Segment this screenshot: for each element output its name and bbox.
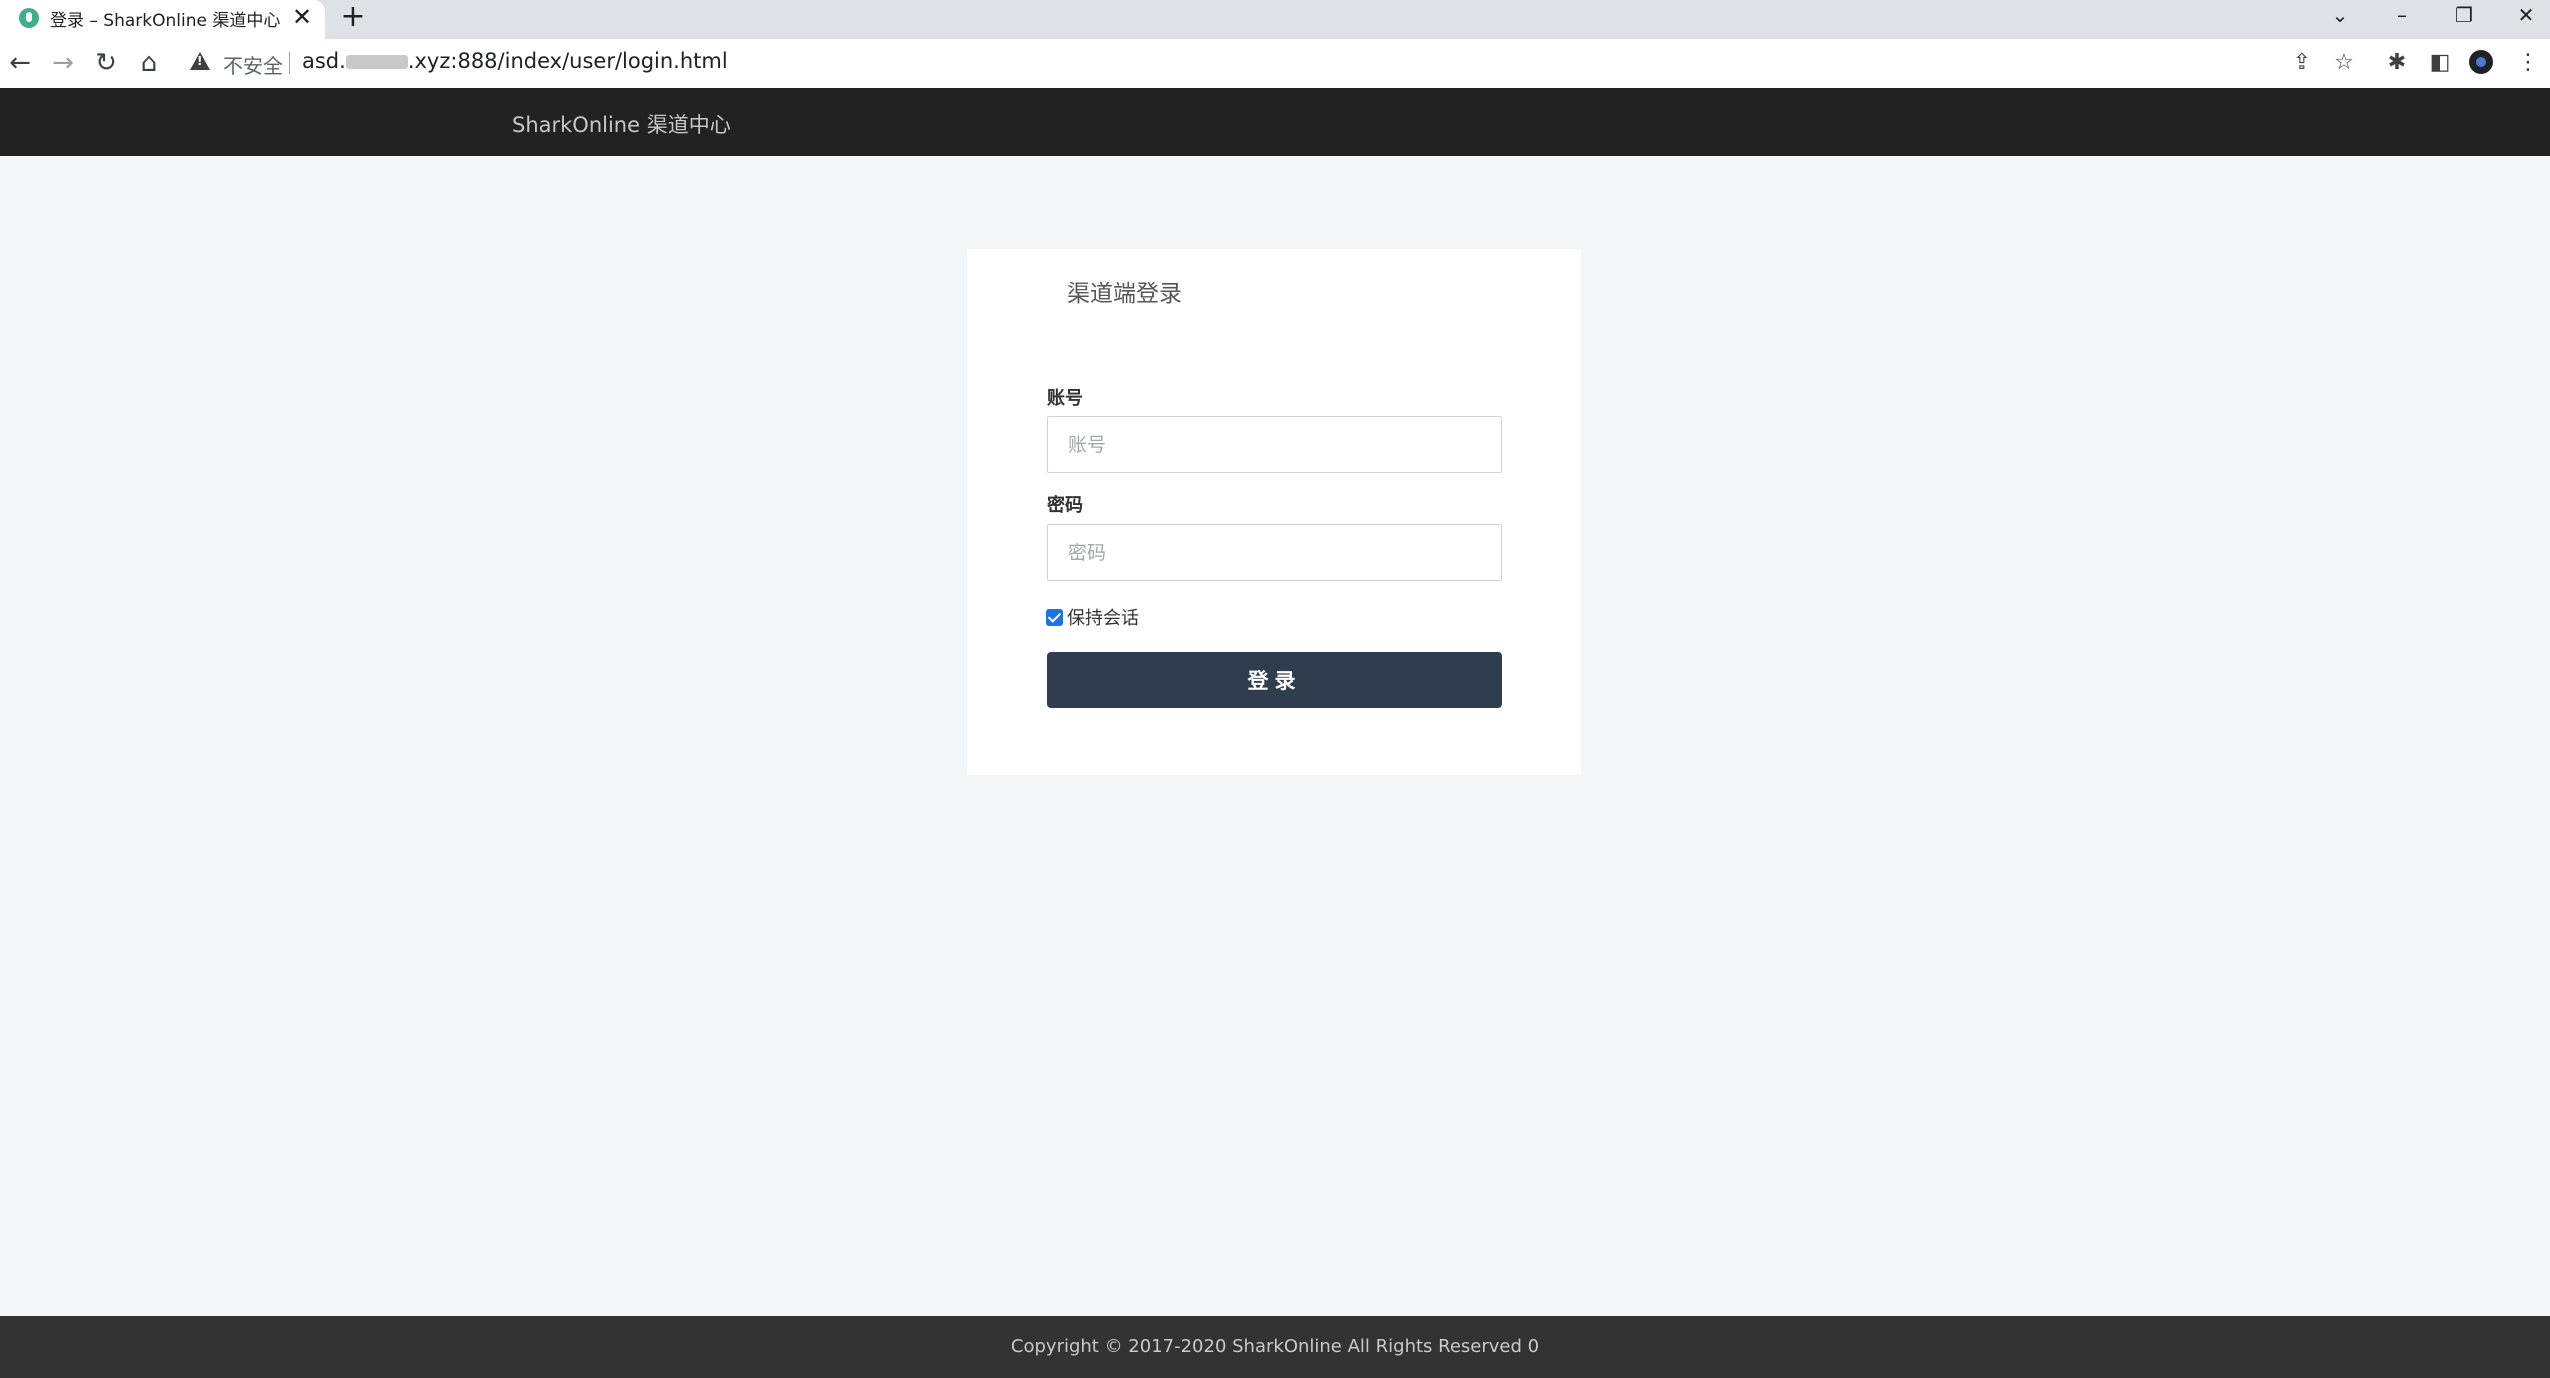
remember-checkbox[interactable] bbox=[1046, 608, 1063, 626]
address-bar[interactable]: 不安全 asd. .xyz:888/index/user/login.html bbox=[180, 43, 2250, 83]
remember-session[interactable]: 保持会话 bbox=[1046, 604, 1139, 630]
forward-icon[interactable]: → bbox=[47, 47, 79, 79]
reload-icon[interactable]: ↻ bbox=[90, 47, 122, 79]
password-label: 密码 bbox=[1047, 495, 1083, 516]
site-header: SharkOnline 渠道中心 bbox=[0, 88, 2550, 156]
omnibox-divider bbox=[289, 52, 290, 74]
share-icon[interactable]: ⇪ bbox=[2286, 47, 2318, 79]
account-label: 账号 bbox=[1047, 388, 1083, 409]
login-card: 渠道端登录 账号 密码 保持会话 登录 bbox=[967, 249, 1581, 775]
site-brand[interactable]: SharkOnline 渠道中心 bbox=[512, 109, 731, 139]
login-button[interactable]: 登录 bbox=[1047, 652, 1502, 708]
url-redaction bbox=[345, 55, 408, 69]
tab-title: 登录 – SharkOnline 渠道中心 bbox=[50, 11, 281, 31]
password-input[interactable] bbox=[1047, 524, 1502, 581]
warning-icon[interactable] bbox=[190, 52, 210, 70]
url-prefix: asd. bbox=[302, 49, 346, 73]
tab-search-icon[interactable]: ⌄ bbox=[2320, 2, 2360, 28]
tab-close-icon[interactable]: ✕ bbox=[290, 3, 314, 31]
minimize-icon[interactable]: – bbox=[2382, 2, 2422, 28]
browser-tab[interactable]: 登录 – SharkOnline 渠道中心 ✕ bbox=[0, 0, 325, 39]
extensions-puzzle-icon[interactable]: ✱ bbox=[2381, 47, 2413, 79]
url-text[interactable]: asd. .xyz:888/index/user/login.html bbox=[302, 49, 728, 73]
new-tab-icon[interactable]: + bbox=[338, 1, 368, 33]
side-panel-icon[interactable]: ◧ bbox=[2424, 47, 2456, 79]
window-close-icon[interactable]: ✕ bbox=[2506, 2, 2546, 28]
remember-label[interactable]: 保持会话 bbox=[1067, 604, 1139, 630]
browser-menu-icon[interactable]: ⋮ bbox=[2512, 47, 2544, 79]
copyright-text: Copyright © 2017-2020 SharkOnline All Ri… bbox=[1010, 1336, 1540, 1357]
security-status[interactable]: 不安全 bbox=[223, 50, 283, 79]
home-icon[interactable]: ⌂ bbox=[133, 47, 165, 79]
login-title: 渠道端登录 bbox=[1067, 281, 1182, 307]
bookmark-star-icon[interactable]: ☆ bbox=[2328, 47, 2360, 79]
site-footer: Copyright © 2017-2020 SharkOnline All Ri… bbox=[0, 1316, 2550, 1378]
url-suffix: .xyz:888/index/user/login.html bbox=[407, 49, 728, 73]
browser-tab-strip: 登录 – SharkOnline 渠道中心 ✕ + ⌄ – ❐ ✕ bbox=[0, 0, 2550, 39]
back-icon[interactable]: ← bbox=[4, 47, 36, 79]
browser-toolbar: ← → ↻ ⌂ 不安全 asd. .xyz:888/index/user/logi… bbox=[0, 39, 2550, 88]
profile-avatar[interactable] bbox=[2469, 50, 2493, 74]
site-favicon-icon bbox=[19, 8, 39, 28]
restore-icon[interactable]: ❐ bbox=[2444, 2, 2484, 28]
account-input[interactable] bbox=[1047, 416, 1502, 473]
